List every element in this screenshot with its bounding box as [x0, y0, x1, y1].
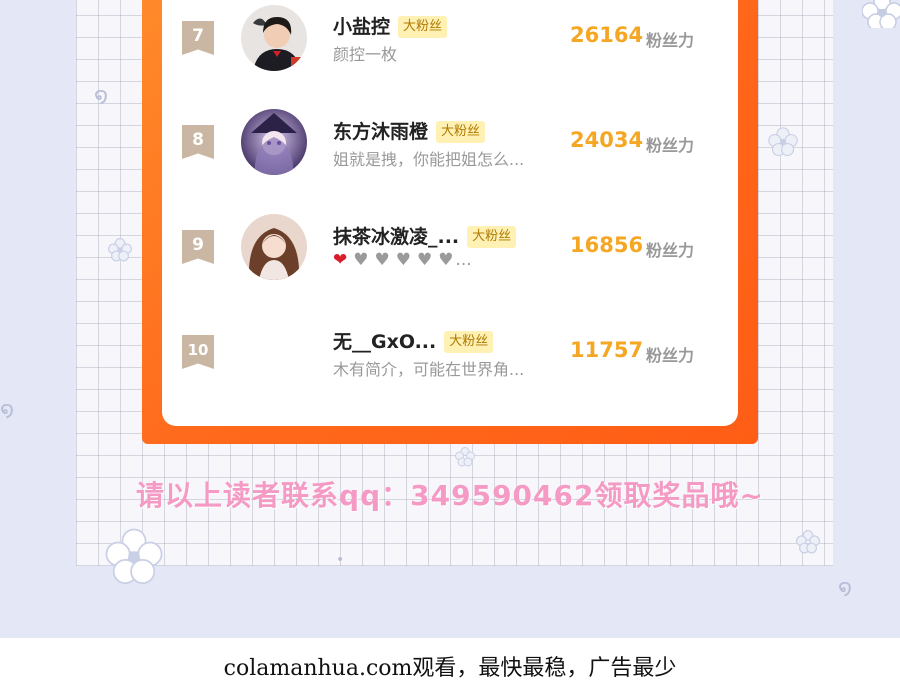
user-name[interactable]: 抹茶冰激凌_... 大粉丝	[333, 222, 517, 249]
flower-decoration-icon	[768, 127, 798, 157]
fan-power-score: 16856	[570, 233, 644, 257]
rank-badge: 9	[182, 230, 214, 264]
swirl-decoration-icon: ໑	[0, 398, 15, 423]
user-bio-hearts: ❤ ♥ ♥ ♥ ♥ ♥...	[333, 250, 478, 270]
grey-heart-icon: ♥	[395, 250, 411, 270]
rank-badge: 10	[182, 335, 214, 369]
flower-decoration-icon	[862, 0, 900, 28]
flower-decoration-icon	[108, 238, 132, 262]
fan-power-unit: 粉丝力	[646, 31, 695, 50]
user-bio: 姐就是拽，你能把姐怎么...	[333, 150, 525, 169]
avatar[interactable]	[241, 214, 307, 280]
grey-heart-icon: ♥	[374, 250, 390, 270]
grey-heart-icon: ♥	[417, 250, 433, 270]
avatar[interactable]	[241, 109, 307, 175]
user-name[interactable]: 东方沐雨橙 大粉丝	[333, 117, 486, 144]
user-name-text[interactable]: 东方沐雨橙	[333, 121, 428, 143]
grey-heart-icon: ♥	[438, 250, 454, 270]
fan-power-score: 11757	[570, 338, 644, 362]
red-heart-icon: ❤	[333, 250, 348, 270]
fan-power-unit: 粉丝力	[646, 241, 695, 260]
user-name-text[interactable]: 小盐控	[333, 16, 390, 38]
footer-bar: colamanhua.com观看，最快最稳，广告最少	[0, 638, 900, 689]
contact-banner: 请以上读者联系qq：349590462领取奖品哦~	[136, 479, 764, 512]
dot-decoration-icon: •	[336, 552, 345, 568]
user-name[interactable]: 小盐控 大粉丝	[333, 12, 448, 39]
footer-text: colamanhua.com观看，最快最稳，广告最少	[223, 656, 677, 681]
swirl-decoration-icon: ໑	[94, 84, 109, 109]
fan-level-badge: 大粉丝	[398, 16, 448, 38]
rank-badge: 8	[182, 125, 214, 159]
ranking-card: 7 小盐控 大粉丝 颜控一枚 26164 粉丝力 8 东方沐雨橙 大粉丝 姐就是…	[162, 0, 738, 426]
user-name-text[interactable]: 抹茶冰激凌_...	[333, 226, 459, 248]
flower-decoration-icon	[796, 530, 820, 554]
flower-decoration-icon	[455, 447, 475, 467]
fan-level-badge: 大粉丝	[444, 331, 494, 353]
rank-badge: 7	[182, 21, 214, 55]
fan-level-badge: 大粉丝	[436, 121, 486, 143]
ranking-row[interactable]: 10 无__GxO... 大粉丝 木有简介，可能在世界角... 11757 粉丝力	[162, 315, 738, 415]
user-bio: 木有简介，可能在世界角...	[333, 360, 525, 379]
ranking-row[interactable]: 8 东方沐雨橙 大粉丝 姐就是拽，你能把姐怎么... 24034 粉丝力	[162, 105, 738, 205]
ranking-row[interactable]: 7 小盐控 大粉丝 颜控一枚 26164 粉丝力	[162, 0, 738, 100]
flower-decoration-icon	[105, 528, 163, 584]
avatar[interactable]	[241, 5, 307, 71]
fan-power-unit: 粉丝力	[646, 136, 695, 155]
ranking-row[interactable]: 9 抹茶冰激凌_... 大粉丝 ❤ ♥ ♥ ♥ ♥ ♥... 16856 粉丝力	[162, 210, 738, 310]
swirl-decoration-icon: ໑	[838, 576, 853, 601]
bio-ellipsis: ...	[455, 250, 472, 270]
user-name[interactable]: 无__GxO... 大粉丝	[333, 327, 494, 354]
fan-level-badge: 大粉丝	[467, 226, 517, 248]
user-bio: 颜控一枚	[333, 45, 398, 64]
fan-power-unit: 粉丝力	[646, 346, 695, 365]
user-name-text[interactable]: 无__GxO...	[333, 331, 436, 353]
grey-heart-icon: ♥	[353, 250, 369, 270]
fan-power-score: 24034	[570, 128, 644, 152]
fan-power-score: 26164	[570, 23, 644, 47]
